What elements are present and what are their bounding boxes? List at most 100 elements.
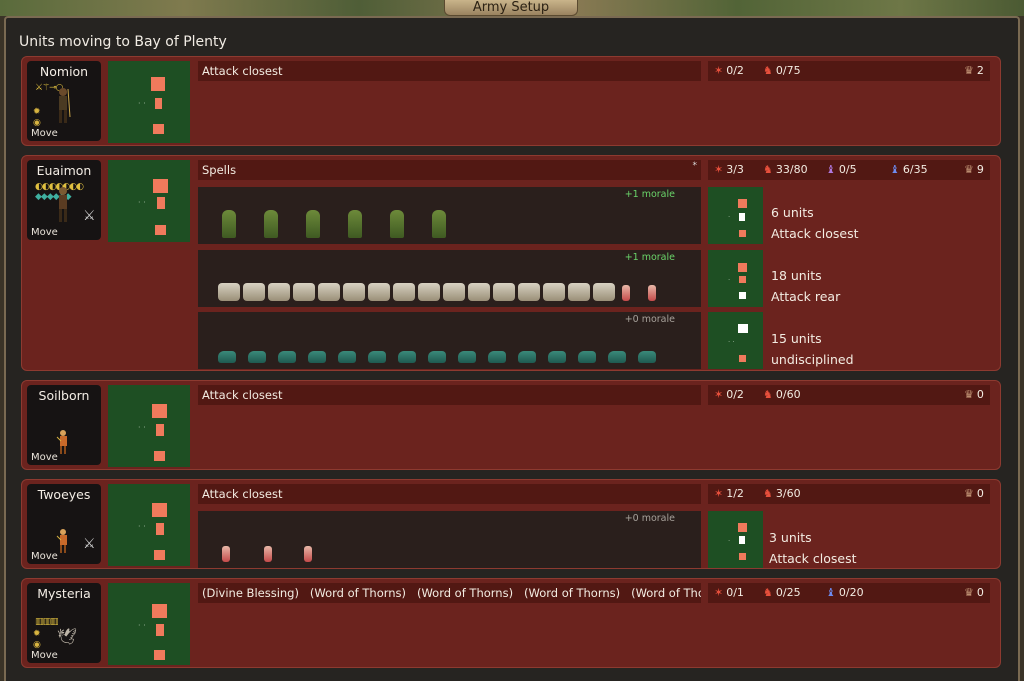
formation-block-selected[interactable]: [739, 292, 746, 299]
unit-sprite: [648, 285, 656, 301]
unit-sprite: [343, 283, 365, 301]
formation-block[interactable]: [152, 604, 167, 618]
unit-sprite: [518, 351, 536, 363]
unit-sprite: [218, 283, 240, 301]
formation-block-selected[interactable]: [739, 536, 745, 544]
unit-sprite: [218, 351, 236, 363]
unit-count: 6 units: [771, 205, 814, 220]
tactics-icon: ✶: [714, 64, 724, 77]
upkeep-icon: ♛: [964, 64, 974, 77]
formation-block[interactable]: [155, 98, 162, 109]
unit-count: 15 units: [771, 331, 822, 346]
unit-group-row[interactable]: +1 morale: [198, 250, 701, 307]
formation-block[interactable]: [739, 230, 746, 237]
army-formation-grid[interactable]: · ·: [108, 583, 190, 665]
unit-formation-grid[interactable]: ·: [708, 511, 763, 568]
unit-sprite: [593, 283, 615, 301]
stat-tactics: ✶ 0/2: [714, 64, 744, 77]
formation-block[interactable]: [154, 550, 165, 560]
formation-block[interactable]: [155, 225, 166, 235]
army-stats: ✶ 0/2 ♞ 0/60 ♛ 0: [708, 385, 990, 405]
unit-sprite: [398, 351, 416, 363]
formation-block[interactable]: [156, 523, 164, 535]
formation-block[interactable]: [739, 553, 746, 560]
army-orders[interactable]: Spells *: [198, 160, 701, 180]
army-card-mysteria: Mysteria ▥▥▥ ✹ ◉ 🕊 Move · · (Divine Bles…: [21, 578, 1001, 668]
formation-block[interactable]: [152, 404, 167, 418]
unit-sprite: [458, 351, 476, 363]
army-formation-grid[interactable]: · ·: [108, 160, 190, 242]
move-status: Move: [31, 650, 58, 661]
unit-order[interactable]: Attack rear: [771, 286, 840, 307]
stat-troops: ♞ 0/25: [763, 586, 801, 599]
formation-block[interactable]: [157, 197, 165, 209]
unit-sprite: [306, 210, 320, 238]
stat-upkeep: ♛ 0: [964, 487, 984, 500]
move-status: Move: [31, 227, 58, 238]
unit-sprite: [518, 283, 540, 301]
army-orders[interactable]: (Divine Blessing) (Word of Thorns) (Word…: [198, 583, 701, 603]
formation-block[interactable]: [738, 263, 747, 272]
unit-formation-grid[interactable]: ·: [708, 187, 763, 244]
commander-portrait[interactable]: Twoeyes ⚔ Move: [27, 484, 101, 564]
formation-block-selected[interactable]: [738, 324, 748, 333]
troops-icon: ♞: [763, 163, 773, 176]
unit-group-row[interactable]: +1 morale: [198, 187, 701, 244]
formation-block[interactable]: [738, 199, 747, 208]
commander-portrait[interactable]: Mysteria ▥▥▥ ✹ ◉ 🕊 Move: [27, 583, 101, 663]
formation-block[interactable]: [156, 624, 164, 636]
unit-group-row[interactable]: +0 morale: [198, 511, 701, 568]
commander-name: Soilborn: [38, 388, 90, 403]
formation-block[interactable]: [151, 77, 165, 91]
formation-block[interactable]: [738, 523, 747, 532]
army-orders[interactable]: Attack closest: [198, 61, 701, 81]
formation-marker: ·: [728, 213, 731, 221]
formation-block[interactable]: [739, 276, 746, 283]
unit-info: 18 units Attack rear: [771, 265, 840, 307]
formation-marker: ·: [728, 537, 731, 545]
army-formation-grid[interactable]: · ·: [108, 484, 190, 566]
unit-sprite: [308, 351, 326, 363]
unit-sprite: [638, 351, 656, 363]
formation-block[interactable]: [153, 124, 164, 134]
stat-tactics: ✶ 1/2: [714, 487, 744, 500]
sun-icon: ✹: [33, 629, 41, 639]
bird-icon: 🕊: [57, 627, 78, 646]
formation-block[interactable]: [154, 451, 165, 461]
unit-sprite: [443, 283, 465, 301]
commander-name: Mysteria: [37, 586, 91, 601]
tactics-icon: ✶: [714, 163, 724, 176]
formation-block[interactable]: [152, 503, 167, 517]
unit-group-row[interactable]: +0 morale: [198, 312, 701, 369]
formation-marker: · ·: [138, 621, 146, 630]
morale-label: +0 morale: [624, 513, 675, 524]
priest-icon: ♝: [826, 586, 836, 599]
unit-formation-grid[interactable]: · ·: [708, 312, 763, 369]
unit-formation-grid[interactable]: ·: [708, 250, 763, 307]
unit-order[interactable]: undisciplined: [771, 349, 854, 370]
commander-portrait[interactable]: Nomion ⚔⚚⊸○ ✹ ◉ Move: [27, 61, 101, 141]
formation-marker: ·: [728, 276, 731, 284]
commander-portrait[interactable]: Soilborn Move: [27, 385, 101, 465]
army-formation-grid[interactable]: · ·: [108, 385, 190, 467]
equipment-icons: ▥▥▥: [35, 617, 58, 627]
formation-block[interactable]: [739, 355, 746, 362]
commander-portrait[interactable]: Euaimon ◐◐◐◐◐◐◐ ◆◆◆◆◆◆ ⚔ Move: [27, 160, 101, 240]
unit-order[interactable]: Attack closest: [771, 223, 859, 244]
army-orders[interactable]: Attack closest: [198, 385, 701, 405]
shield-icon: ◉: [33, 640, 41, 650]
formation-block[interactable]: [156, 424, 164, 436]
formation-block[interactable]: [154, 650, 165, 660]
unit-sprite: [248, 351, 266, 363]
unit-sprite: [348, 210, 362, 238]
formation-block[interactable]: [153, 179, 168, 193]
unit-sprite: [368, 351, 386, 363]
unit-sprite: [428, 351, 446, 363]
army-formation-grid[interactable]: · ·: [108, 61, 190, 143]
sword-icon: ⚔: [83, 536, 96, 552]
army-orders[interactable]: Attack closest: [198, 484, 701, 504]
unit-sprite: [578, 351, 596, 363]
formation-block-selected[interactable]: [739, 213, 745, 221]
unit-order[interactable]: Attack closest: [769, 548, 857, 569]
orders-marker: *: [692, 161, 698, 171]
